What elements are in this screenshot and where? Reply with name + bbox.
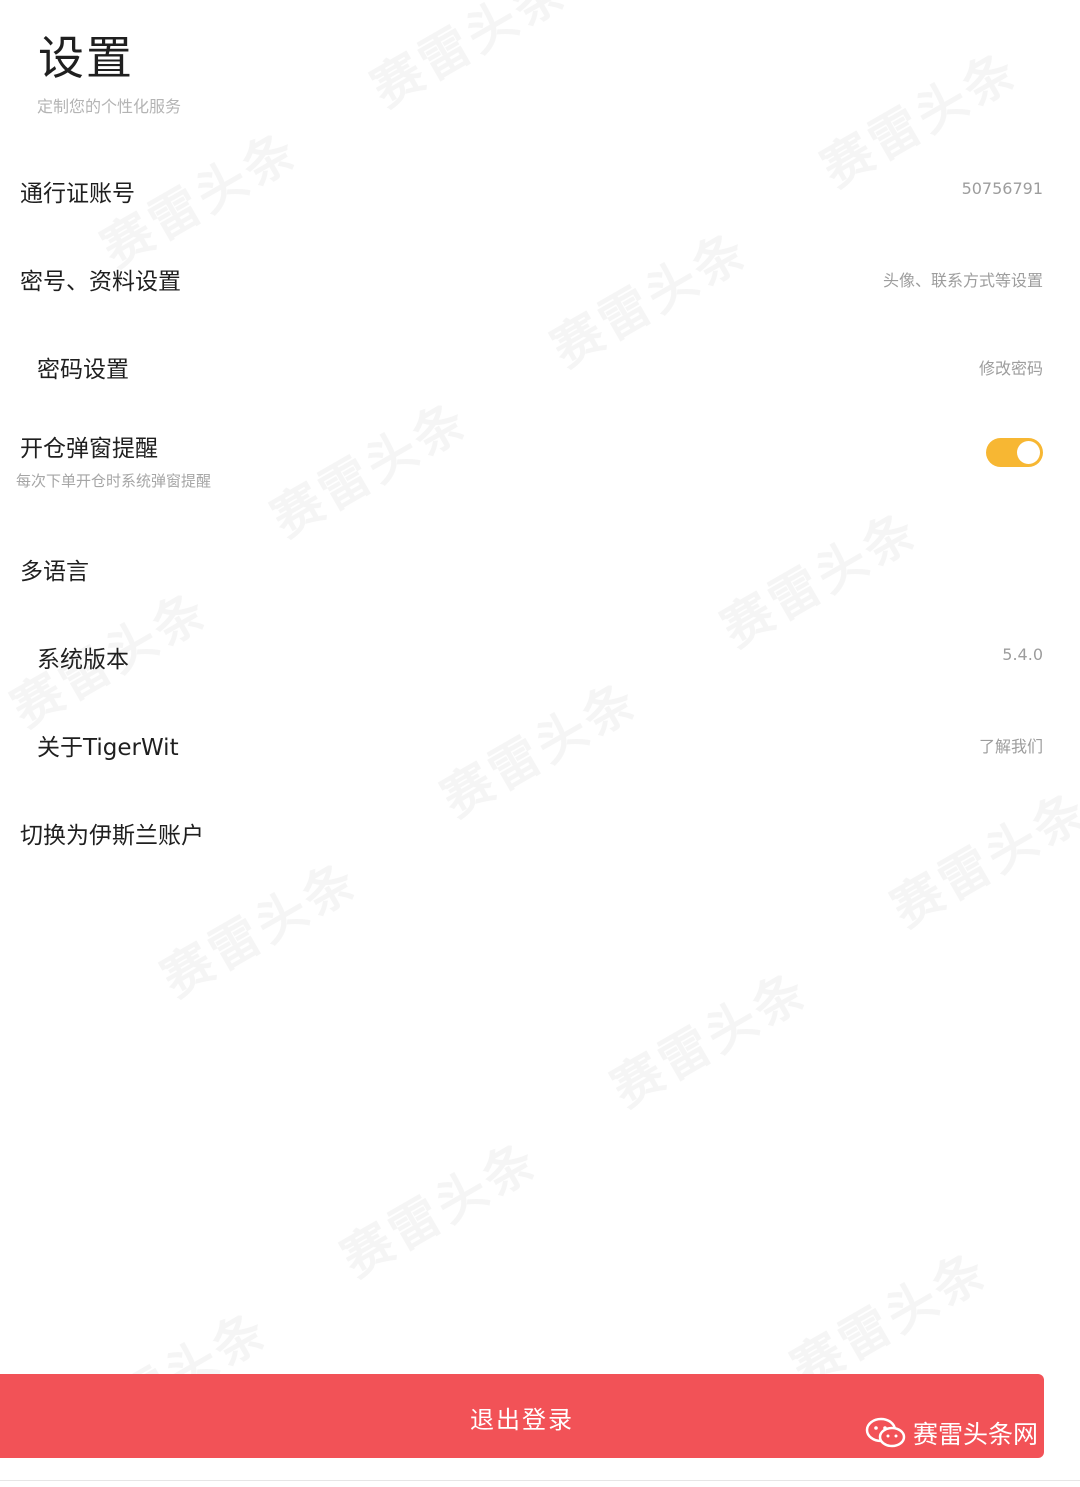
islamic-label: 切换为伊斯兰账户 <box>20 823 204 849</box>
settings-row-islamic[interactable]: 切换为伊斯兰账户 <box>0 790 1080 878</box>
settings-row-open-alert: 开仓弹窗提醒 每次下单开仓时系统弹窗提醒 <box>0 412 1080 526</box>
page-subtitle: 定制您的个性化服务 <box>37 97 182 116</box>
about-label: 关于TigerWit <box>37 735 179 761</box>
watermark-text: 赛雷头条 <box>331 1130 549 1289</box>
settings-row-about[interactable]: 关于TigerWit 了解我们 <box>0 702 1080 790</box>
password-label: 密码设置 <box>37 357 129 383</box>
watermark-badge: 赛雷头条网 <box>865 1415 1038 1451</box>
profile-label: 密号、资料设置 <box>20 269 181 295</box>
settings-row-version[interactable]: 系统版本 5.4.0 <box>0 614 1080 702</box>
version-value: 5.4.0 <box>1002 645 1043 664</box>
passport-label: 通行证账号 <box>20 181 135 207</box>
language-label: 多语言 <box>20 559 89 585</box>
toggle-knob <box>1017 441 1040 464</box>
passport-value: 50756791 <box>961 179 1043 198</box>
settings-list: 通行证账号 50756791 密号、资料设置 头像、联系方式等设置 密码设置 修… <box>0 148 1080 878</box>
open-alert-toggle[interactable] <box>986 438 1043 467</box>
watermark-text: 赛雷头条 <box>361 0 579 119</box>
password-value: 修改密码 <box>978 359 1043 378</box>
open-alert-label: 开仓弹窗提醒 <box>20 436 158 462</box>
bottom-divider <box>0 1480 1080 1481</box>
settings-row-passport[interactable]: 通行证账号 50756791 <box>0 148 1080 236</box>
watermark-text: 赛雷头条 <box>601 960 819 1119</box>
logout-button[interactable]: 退出登录 赛雷头条网 <box>0 1374 1044 1458</box>
watermark-badge-text: 赛雷头条网 <box>912 1420 1038 1449</box>
open-alert-description: 每次下单开仓时系统弹窗提醒 <box>16 472 212 490</box>
about-value: 了解我们 <box>978 737 1043 756</box>
page-title: 设置 <box>38 31 134 85</box>
profile-value: 头像、联系方式等设置 <box>882 271 1043 290</box>
settings-row-password[interactable]: 密码设置 修改密码 <box>0 324 1080 412</box>
settings-row-language[interactable]: 多语言 <box>0 526 1080 614</box>
wechat-icon <box>865 1417 906 1448</box>
version-label: 系统版本 <box>37 647 129 673</box>
settings-row-profile[interactable]: 密号、资料设置 头像、联系方式等设置 <box>0 236 1080 324</box>
